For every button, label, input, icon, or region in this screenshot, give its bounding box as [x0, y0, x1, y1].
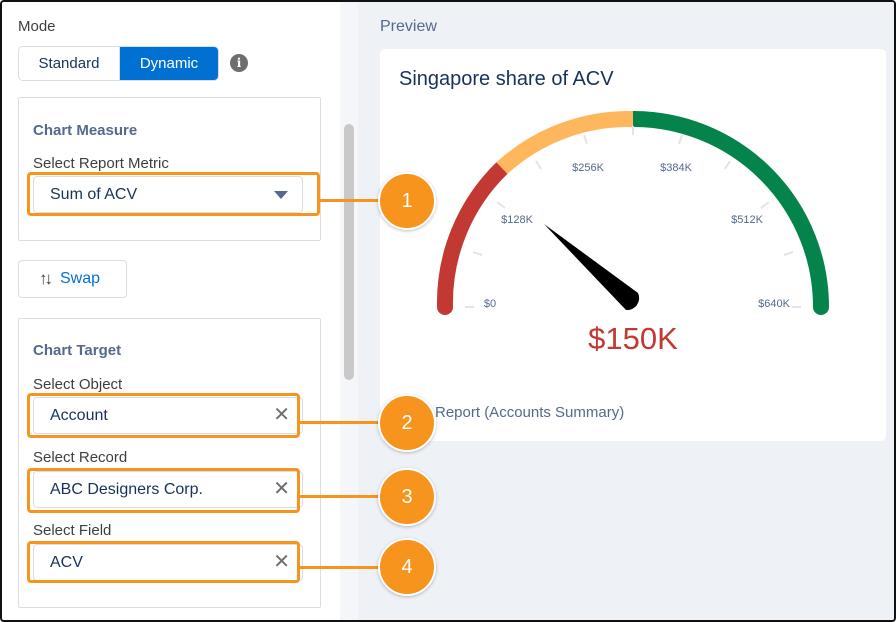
app-frame: Mode Standard Dynamic i Chart Measure Se… — [0, 0, 896, 622]
mode-label: Mode — [18, 18, 56, 35]
settings-panel: Mode Standard Dynamic i Chart Measure Se… — [2, 2, 342, 620]
chart-measure-title: Chart Measure — [33, 122, 138, 139]
chart-measure-card: Chart Measure Select Report Metric Sum o… — [18, 97, 321, 241]
info-icon[interactable]: i — [230, 54, 248, 72]
swap-label: Swap — [60, 270, 101, 287]
highlight-box-3 — [27, 468, 300, 513]
select-record-label: Select Record — [33, 449, 128, 466]
scrollbar-thumb[interactable] — [344, 124, 354, 380]
report-link[interactable]: Report (Accounts Summary) — [435, 404, 624, 421]
tick-label-384k: $384K — [660, 162, 692, 174]
gauge-arc-mid — [496, 110, 634, 174]
gauge-arc-high-cap — [813, 299, 829, 315]
gauge-needle — [544, 224, 640, 311]
preview-label: Preview — [380, 18, 437, 35]
callout-badge-3: 3 — [378, 468, 436, 526]
mode-dynamic-button[interactable]: Dynamic — [120, 47, 218, 80]
swap-button[interactable]: ↑↓ Swap — [18, 260, 127, 298]
select-object-label: Select Object — [33, 376, 123, 393]
report-metric-label: Select Report Metric — [33, 155, 169, 172]
gauge-value: $150K — [588, 321, 678, 356]
callout-connector-1 — [320, 199, 382, 202]
callout-badge-4: 4 — [378, 538, 436, 596]
callout-badge-1: 1 — [378, 172, 436, 230]
mode-standard-button[interactable]: Standard — [19, 47, 120, 80]
gauge-arc-low-cap — [437, 299, 453, 315]
swap-arrows-icon: ↑↓ — [39, 269, 53, 288]
callout-badge-2: 2 — [378, 394, 436, 452]
select-field-label: Select Field — [33, 522, 112, 539]
mode-toggle: Standard Dynamic — [18, 46, 219, 81]
tick-label-512k: $512K — [731, 214, 763, 226]
tick-label-0: $0 — [484, 298, 496, 310]
tick-label-256k: $256K — [572, 162, 604, 174]
chart-title: Singapore share of ACV — [399, 68, 614, 90]
gauge-arc-low — [436, 162, 508, 308]
gauge-chart: $0 $128K $256K $384K $512K $640K $150K — [436, 110, 829, 356]
callout-connector-3 — [300, 495, 382, 498]
chart-target-title: Chart Target — [33, 342, 122, 359]
tick-label-128k: $128K — [501, 214, 533, 226]
highlight-box-2 — [27, 393, 300, 438]
callout-connector-4 — [300, 566, 382, 569]
highlight-box-1 — [27, 172, 320, 216]
highlight-box-4 — [27, 541, 300, 583]
callout-connector-2 — [300, 421, 382, 424]
tick-label-640k: $640K — [758, 298, 790, 310]
gauge-arc-high — [632, 111, 829, 308]
